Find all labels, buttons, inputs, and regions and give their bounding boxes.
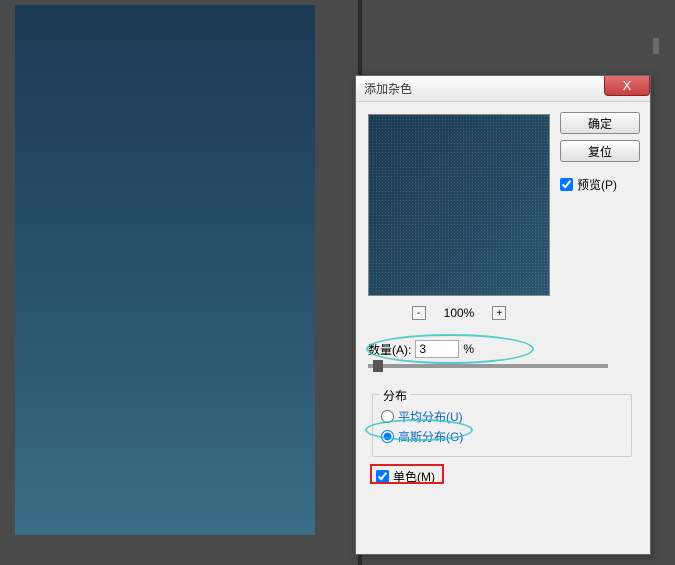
monochrome-label: 单色(M) [393,468,435,485]
zoom-controls: - 100% + [368,306,550,320]
uniform-radio[interactable] [381,410,394,423]
gaussian-radio[interactable] [381,430,394,443]
ok-button[interactable]: 确定 [560,112,640,134]
amount-slider[interactable] [368,364,608,368]
preview-checkbox-row[interactable]: 预览(P) [560,176,640,193]
gaussian-radio-row[interactable]: 高斯分布(G) [381,428,623,445]
preview-checkbox-label: 预览(P) [577,176,617,193]
panel-handle[interactable] [653,38,659,54]
close-button[interactable]: X [604,76,650,96]
minus-icon: - [417,308,420,319]
preview-checkbox[interactable] [560,178,573,191]
distribution-legend: 分布 [379,387,411,404]
amount-label: 数量(A): [368,341,411,358]
amount-group: 数量(A): % [368,340,638,368]
uniform-radio-row[interactable]: 平均分布(U) [381,408,623,425]
dialog-title: 添加杂色 [364,80,412,97]
add-noise-dialog: 添加杂色 X 确定 复位 预览(P) - 100% + 数量(A): [355,75,651,555]
noise-overlay [369,115,549,295]
dialog-titlebar[interactable]: 添加杂色 X [356,76,650,102]
plus-icon: + [496,308,502,319]
reset-button[interactable]: 复位 [560,140,640,162]
slider-thumb[interactable] [373,360,383,372]
right-panels [653,0,675,565]
gaussian-label: 高斯分布(G) [398,428,463,445]
amount-row: 数量(A): % [368,340,638,358]
editor-canvas-area [0,0,358,565]
zoom-out-button[interactable]: - [412,306,426,320]
dialog-body: 确定 复位 预览(P) - 100% + 数量(A): % 分布 [356,102,650,554]
zoom-percent: 100% [444,306,475,320]
zoom-in-button[interactable]: + [492,306,506,320]
amount-unit: % [463,342,474,356]
close-icon: X [623,78,632,93]
dialog-buttons: 确定 复位 预览(P) [560,112,640,193]
document-preview[interactable] [15,5,315,535]
monochrome-group: 单色(M) [372,466,439,487]
distribution-group: 分布 平均分布(U) 高斯分布(G) [372,394,632,457]
uniform-label: 平均分布(U) [398,408,463,425]
amount-input[interactable] [415,340,459,358]
monochrome-row[interactable]: 单色(M) [372,466,439,487]
noise-preview[interactable] [368,114,550,296]
monochrome-checkbox[interactable] [376,470,389,483]
